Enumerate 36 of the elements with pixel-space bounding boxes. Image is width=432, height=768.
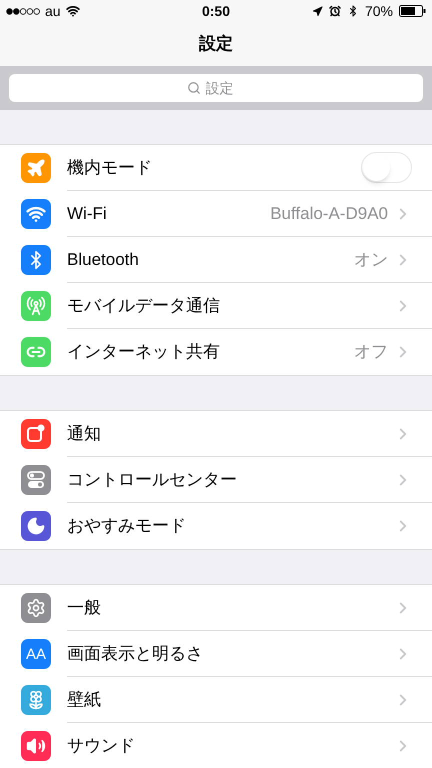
location-arrow-icon: [312, 6, 323, 16]
row-label: コントロールセンター: [67, 468, 238, 491]
battery-icon: [399, 5, 426, 17]
text-size-icon: AA: [26, 646, 46, 662]
switches-icon: [26, 470, 46, 490]
signal-strength-icon: [6, 8, 40, 14]
toggle-switch[interactable]: [361, 152, 412, 183]
alarm-clock-icon: [328, 5, 341, 17]
search-field[interactable]: 設定: [206, 78, 246, 98]
wifi-icon: [26, 204, 46, 224]
row-label: インターネット共有: [67, 341, 221, 364]
row-label: 画面表示と明るさ: [67, 642, 204, 665]
row-value: オン: [354, 248, 388, 271]
row-label: Wi-Fi: [67, 202, 108, 225]
row-label: おやすみモード: [67, 515, 187, 538]
row-value: オフ: [354, 341, 388, 364]
row-label: モバイルデータ通信: [67, 294, 221, 317]
row-label: サウンド: [67, 735, 136, 758]
antenna-icon: [26, 296, 46, 316]
page-title: 設定: [199, 33, 233, 56]
carrier-name: au: [45, 2, 61, 20]
clock-time: 0:50: [202, 2, 230, 20]
gear-icon: [26, 598, 46, 618]
row-label: 壁紙: [67, 688, 102, 711]
battery-percentage: 70%: [364, 2, 393, 20]
row-label: 通知: [67, 422, 102, 445]
airplane-icon: [26, 158, 46, 178]
moon-icon: [26, 516, 46, 536]
wifi-signal-icon: [66, 4, 80, 18]
row-value: Buffalo-A-D9A0: [270, 202, 388, 225]
notification-icon: [26, 424, 46, 444]
row-label: 一般: [67, 596, 102, 619]
row-label: Bluetooth: [67, 248, 140, 271]
speaker-icon: [26, 736, 46, 756]
search-icon: [186, 81, 200, 95]
row-label: 機内モード: [67, 156, 153, 179]
